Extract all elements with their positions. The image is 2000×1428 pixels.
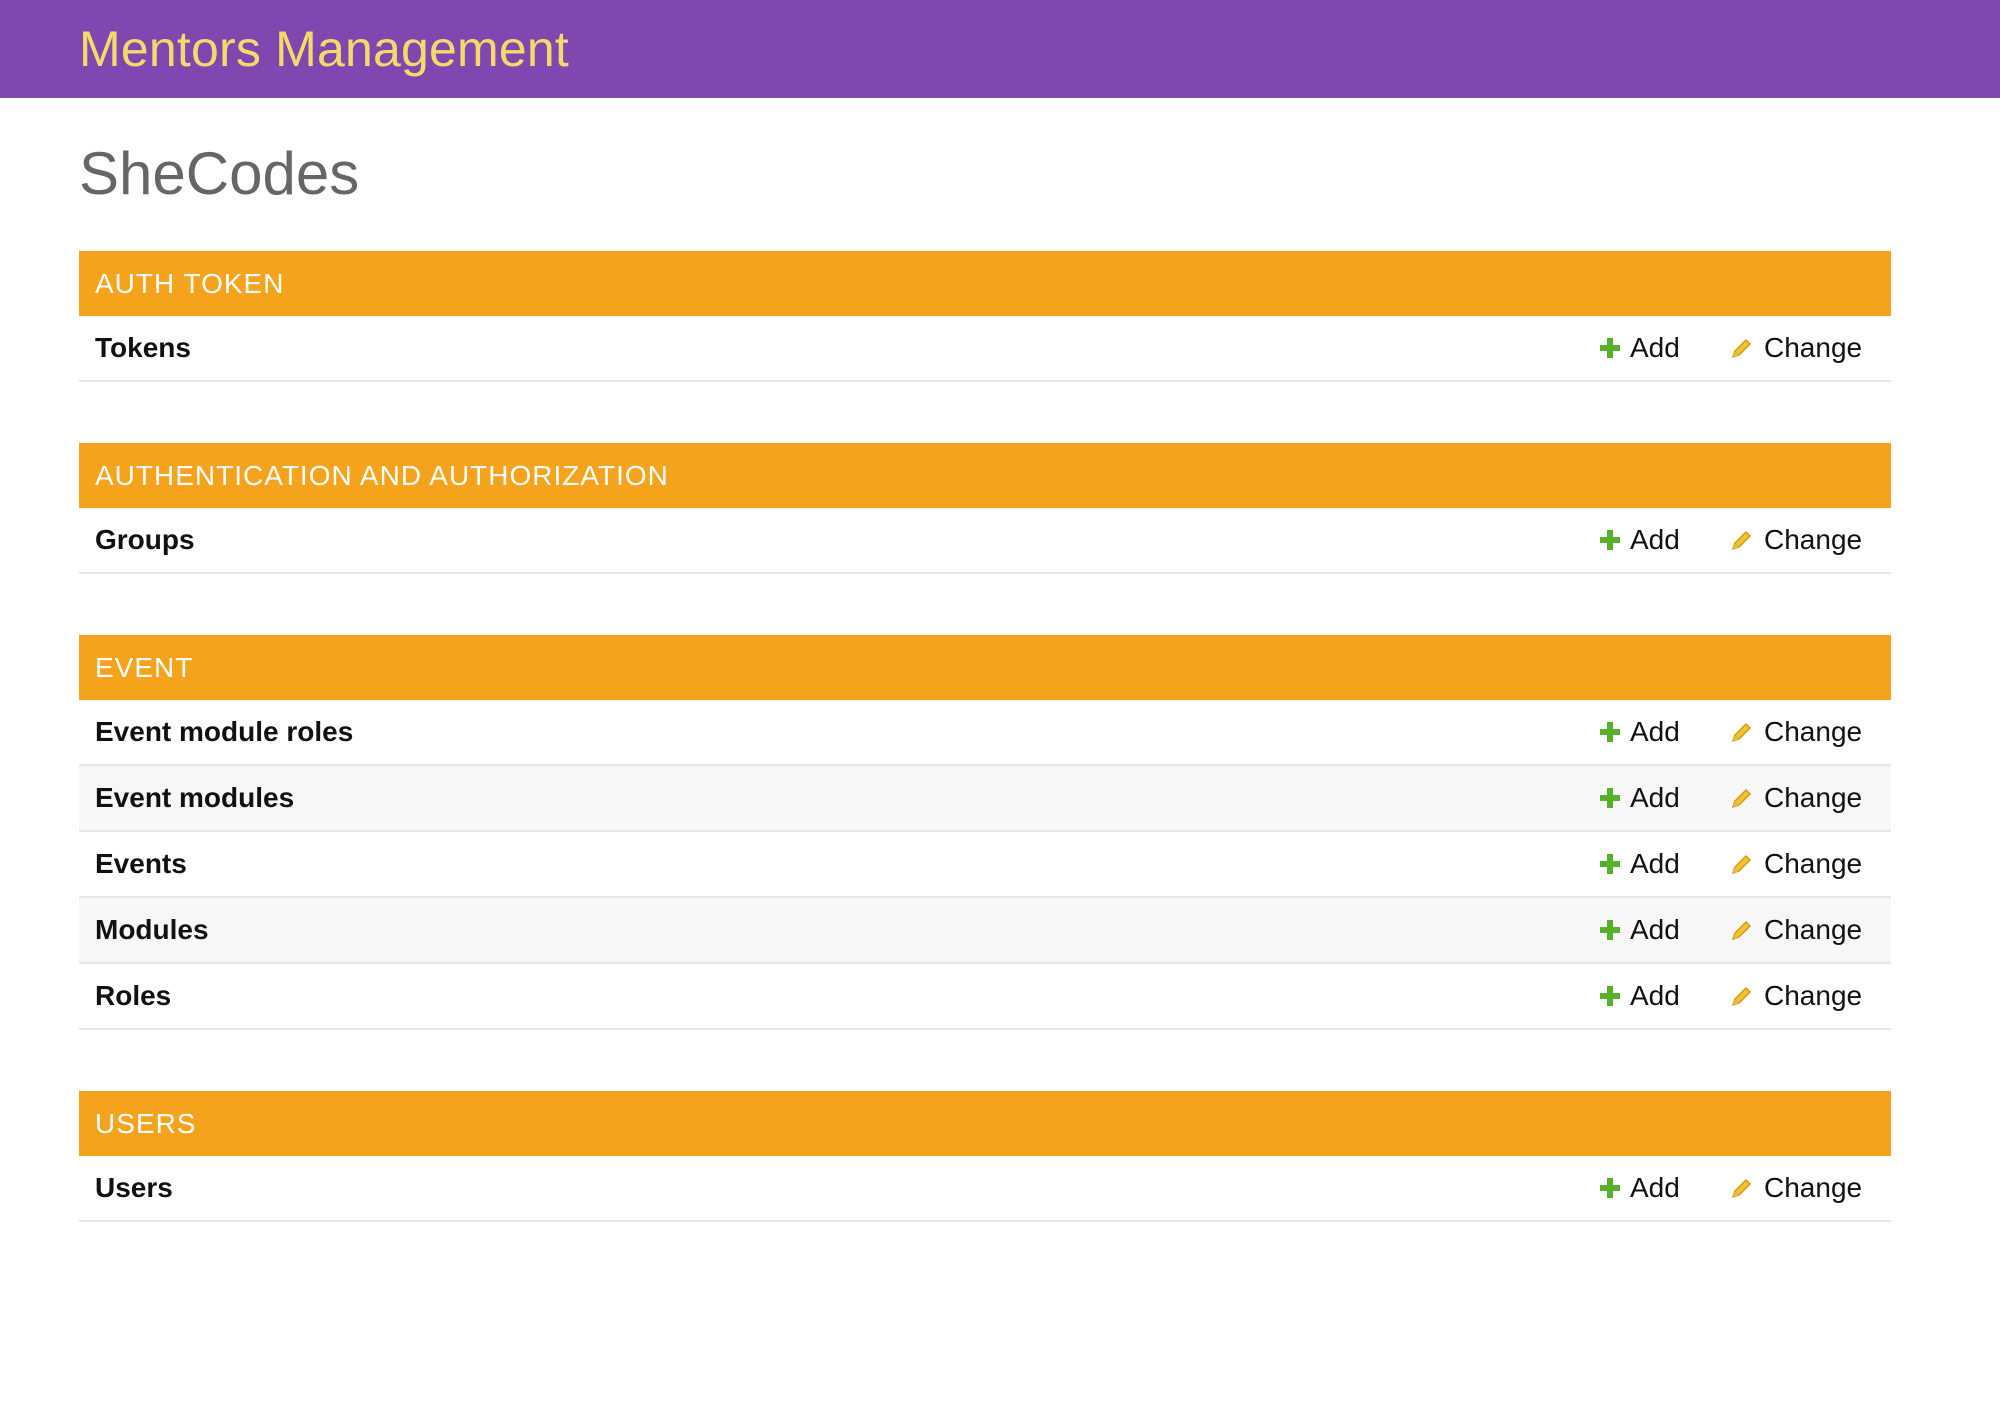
module-caption[interactable]: USERS <box>79 1091 1891 1156</box>
pencil-icon <box>1731 788 1752 809</box>
page-title: SheCodes <box>79 140 360 207</box>
change-label: Change <box>1764 848 1863 879</box>
table-row: Groups Add Change <box>79 508 1891 574</box>
change-button[interactable]: Change <box>1730 898 1862 962</box>
table-row: Roles Add Change <box>79 964 1891 1030</box>
add-label: Add <box>1630 332 1680 363</box>
add-button[interactable]: Add <box>1600 832 1680 896</box>
plus-icon <box>1600 986 1620 1006</box>
add-label: Add <box>1630 1172 1680 1203</box>
app-module-list: AUTH TOKEN Tokens Add Change AUTHENTICAT… <box>79 251 1891 1283</box>
add-label: Add <box>1630 782 1680 813</box>
plus-icon <box>1600 788 1620 808</box>
module-caption[interactable]: AUTH TOKEN <box>79 251 1891 316</box>
change-label: Change <box>1764 914 1863 945</box>
change-button[interactable]: Change <box>1730 508 1862 572</box>
change-button[interactable]: Change <box>1730 964 1862 1028</box>
module-event: EVENT Event module roles Add Change Even… <box>79 635 1891 1030</box>
plus-icon <box>1600 920 1620 940</box>
add-button[interactable]: Add <box>1600 700 1680 764</box>
add-button[interactable]: Add <box>1600 508 1680 572</box>
model-link-tokens[interactable]: Tokens <box>79 332 191 364</box>
add-button[interactable]: Add <box>1600 898 1680 962</box>
model-link-groups[interactable]: Groups <box>79 524 195 556</box>
plus-icon <box>1600 1178 1620 1198</box>
module-caption[interactable]: AUTHENTICATION AND AUTHORIZATION <box>79 443 1891 508</box>
change-button[interactable]: Change <box>1730 316 1862 380</box>
table-row: Event module roles Add Change <box>79 700 1891 766</box>
plus-icon <box>1600 530 1620 550</box>
pencil-icon <box>1731 722 1752 743</box>
model-link-event-modules[interactable]: Event modules <box>79 782 294 814</box>
module-authentication-and-authorization: AUTHENTICATION AND AUTHORIZATION Groups … <box>79 443 1891 574</box>
module-users: USERS Users Add Change <box>79 1091 1891 1222</box>
add-button[interactable]: Add <box>1600 316 1680 380</box>
change-label: Change <box>1764 980 1863 1011</box>
add-label: Add <box>1630 914 1680 945</box>
change-label: Change <box>1764 782 1863 813</box>
change-button[interactable]: Change <box>1730 832 1862 896</box>
add-label: Add <box>1630 980 1680 1011</box>
model-link-events[interactable]: Events <box>79 848 187 880</box>
change-label: Change <box>1764 716 1863 747</box>
table-row: Events Add Change <box>79 832 1891 898</box>
add-label: Add <box>1630 524 1680 555</box>
change-label: Change <box>1764 332 1863 363</box>
table-row: Tokens Add Change <box>79 316 1891 382</box>
pencil-icon <box>1731 530 1752 551</box>
model-link-users[interactable]: Users <box>79 1172 173 1204</box>
add-button[interactable]: Add <box>1600 964 1680 1028</box>
change-button[interactable]: Change <box>1730 766 1862 830</box>
site-header: Mentors Management <box>0 0 2000 98</box>
site-brand-link[interactable]: Mentors Management <box>79 0 569 98</box>
change-button[interactable]: Change <box>1730 1156 1862 1220</box>
table-row: Event modules Add Change <box>79 766 1891 832</box>
plus-icon <box>1600 854 1620 874</box>
add-label: Add <box>1630 848 1680 879</box>
change-label: Change <box>1764 524 1863 555</box>
pencil-icon <box>1731 1178 1752 1199</box>
add-label: Add <box>1630 716 1680 747</box>
change-label: Change <box>1764 1172 1863 1203</box>
module-caption[interactable]: EVENT <box>79 635 1891 700</box>
add-button[interactable]: Add <box>1600 766 1680 830</box>
pencil-icon <box>1731 986 1752 1007</box>
table-row: Modules Add Change <box>79 898 1891 964</box>
pencil-icon <box>1731 854 1752 875</box>
model-link-event-module-roles[interactable]: Event module roles <box>79 716 353 748</box>
pencil-icon <box>1731 920 1752 941</box>
table-row: Users Add Change <box>79 1156 1891 1222</box>
change-button[interactable]: Change <box>1730 700 1862 764</box>
module-auth-token: AUTH TOKEN Tokens Add Change <box>79 251 1891 382</box>
model-link-modules[interactable]: Modules <box>79 914 209 946</box>
plus-icon <box>1600 722 1620 742</box>
plus-icon <box>1600 338 1620 358</box>
add-button[interactable]: Add <box>1600 1156 1680 1220</box>
pencil-icon <box>1731 338 1752 359</box>
model-link-roles[interactable]: Roles <box>79 980 171 1012</box>
